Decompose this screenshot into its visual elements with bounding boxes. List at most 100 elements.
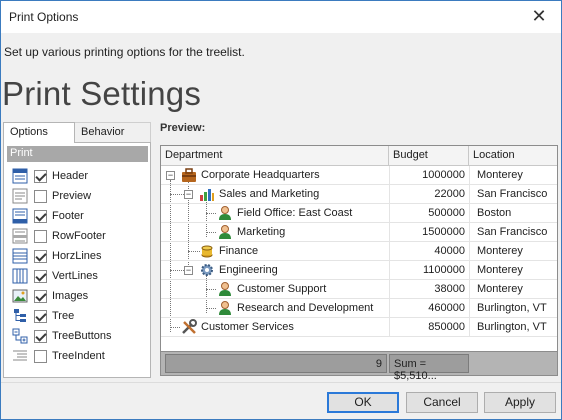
department-cell: Corporate Headquarters [201,169,320,181]
location-cell: Burlington, VT [477,321,547,333]
table-row[interactable]: Research and Development 460000 Burlingt… [161,299,557,318]
location-cell: Boston [477,207,512,219]
tree-connector [206,232,216,233]
column-header-budget[interactable]: Budget [389,146,469,166]
person-icon [217,224,233,240]
option-images[interactable]: Images [12,287,146,305]
count-summary: 9 [165,354,387,373]
column-header-department[interactable]: Department [161,146,389,166]
tree-connector [170,270,184,271]
table-row[interactable]: Field Office: East Coast 500000 Boston [161,204,557,223]
collapse-button[interactable]: − [184,266,193,275]
location-cell: Monterey [477,264,523,276]
table-row[interactable]: Customer Support 38000 Monterey [161,280,557,299]
option-label: HorzLines [52,250,102,262]
footer-icon [12,208,28,224]
dialog-description: Set up various printing options for the … [4,45,245,59]
option-vert-lines[interactable]: VertLines [12,267,146,285]
tree-buttons-icon [12,328,28,344]
apply-button[interactable]: Apply [484,392,556,413]
budget-cell: 850000 [428,321,465,333]
location-cell: San Francisco [477,226,548,238]
treelist-preview[interactable]: Department Budget Location − Corporate H… [160,145,558,382]
option-label: TreeIndent [52,350,105,362]
budget-cell: 500000 [428,207,465,219]
tab-behavior[interactable]: Behavior [75,122,151,143]
column-header-row: Department Budget Location [161,146,557,166]
vert-lines-icon [12,268,28,284]
budget-cell: 1100000 [422,264,465,276]
person-icon [217,300,233,316]
tree-buttons-checkbox[interactable] [34,329,47,343]
department-cell: Customer Support [237,283,327,295]
tree-connector [206,289,216,290]
preview-label: Preview: [160,122,206,134]
header-checkbox[interactable] [34,169,47,183]
table-row[interactable]: Customer Services 850000 Burlington, VT [161,318,557,337]
tree-indent-icon [12,348,28,364]
tree-indent-checkbox[interactable] [34,349,47,363]
bar-chart-icon [199,186,215,202]
option-label: Tree [52,310,75,322]
tab-options[interactable]: Options [3,122,75,143]
sum-summary: Sum = $5,510... [389,354,469,382]
department-cell: Finance [219,245,259,257]
option-tree[interactable]: Tree [12,307,146,325]
budget-cell: 38000 [434,283,465,295]
tree-connector [170,327,180,328]
group-header-print: Print [7,146,148,162]
department-cell: Customer Services [201,321,294,333]
department-cell: Research and Development [237,302,374,314]
tree-checkbox[interactable] [34,309,47,323]
vert-lines-checkbox[interactable] [34,269,47,283]
location-cell: Burlington, VT [477,302,547,314]
person-icon [217,205,233,221]
images-checkbox[interactable] [34,289,47,303]
budget-cell: 1500000 [422,226,465,238]
option-tree-indent[interactable]: TreeIndent [12,347,146,365]
tree-connector [206,308,216,309]
option-row-footer[interactable]: RowFooter [12,227,146,245]
table-row[interactable]: Marketing 1500000 San Francisco [161,223,557,242]
header-icon [12,168,28,184]
option-label: RowFooter [52,230,106,242]
table-row[interactable]: − Engineering 1100000 Monterey [161,261,557,280]
footer-checkbox[interactable] [34,209,47,223]
option-footer[interactable]: Footer [12,207,146,225]
budget-cell: 40000 [434,245,465,257]
ok-button[interactable]: OK [327,392,399,413]
horz-lines-checkbox[interactable] [34,249,47,263]
option-label: TreeButtons [52,330,112,342]
department-cell: Marketing [237,226,286,238]
location-cell: Monterey [477,169,523,181]
row-footer-icon [12,228,28,244]
tree-connector [170,194,184,195]
row-footer-checkbox[interactable] [34,229,47,243]
option-label: Preview [52,190,92,202]
table-row[interactable]: Finance 40000 Monterey [161,242,557,261]
option-label: Header [52,170,89,182]
cancel-button[interactable]: Cancel [406,392,478,413]
collapse-button[interactable]: − [166,171,175,180]
tree-connector [206,213,216,214]
tab-strip: Options Behavior [3,122,151,143]
location-cell: San Francisco [477,188,548,200]
department-cell: Sales and Marketing [219,188,320,200]
gear-icon [199,262,215,278]
table-row[interactable]: − Sales and Marketing 22000 San Francisc… [161,185,557,204]
budget-cell: 1000000 [422,169,465,181]
preview-checkbox[interactable] [34,189,47,203]
window-title: Print Options [9,10,79,24]
option-preview[interactable]: Preview [12,187,146,205]
preview-icon [12,188,28,204]
option-horz-lines[interactable]: HorzLines [12,247,146,265]
column-header-location[interactable]: Location [469,146,557,166]
option-header[interactable]: Header [12,167,146,185]
close-button[interactable]: ✕ [529,7,549,27]
tab-content: Print Header Preview Footer RowFooter Ho… [3,142,151,378]
tools-icon [181,319,197,335]
collapse-button[interactable]: − [184,190,193,199]
table-row[interactable]: − Corporate Headquarters 1000000 Montere… [161,166,557,185]
option-tree-buttons[interactable]: TreeButtons [12,327,146,345]
coins-icon [199,243,215,259]
